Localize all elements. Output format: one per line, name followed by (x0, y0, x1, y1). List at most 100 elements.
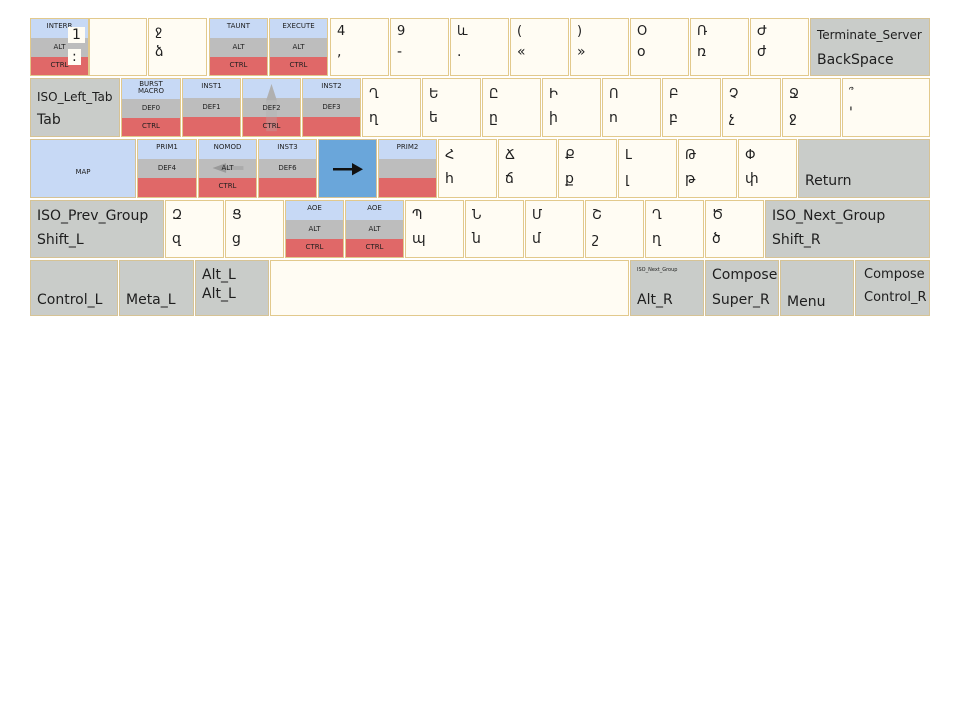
key-tab[interactable]: ISO_Left_Tab Tab (30, 78, 120, 137)
key-return-label: Return (805, 173, 852, 189)
key-co[interactable]: Ց ց (225, 200, 284, 258)
key-right-arrow[interactable] (318, 139, 377, 198)
key-ja-lower[interactable]: ջ ձ (148, 18, 207, 76)
key-upper: Պ (412, 208, 423, 223)
key-ini[interactable]: Ի ի (542, 78, 601, 137)
key-shift-left[interactable]: ISO_Prev_Group Shift_L (30, 200, 164, 258)
key-upper: Չ (729, 87, 739, 102)
key-aoe-2-macro: AOE (367, 204, 382, 212)
key-control-left[interactable]: Control_L (30, 260, 118, 316)
key-lower: . (457, 44, 462, 60)
key-yech[interactable]: Ե ե (422, 78, 481, 137)
key-interr-ctrl: CTRL (50, 61, 69, 69)
key-inst2[interactable]: INST2 DEF3 (302, 78, 361, 137)
key-piwr[interactable]: Փ փ (738, 139, 797, 198)
key-lower: » (577, 44, 586, 60)
key-zhe[interactable]: Ժ ժ (750, 18, 809, 76)
key-control-right[interactable]: Compose Control_R (855, 260, 930, 316)
key-execute-macro: EXECUTE (282, 22, 315, 30)
key-aoe-1-ctrl: CTRL (305, 243, 324, 251)
key-nomod[interactable]: NOMOD ALT CTRL (198, 139, 257, 198)
key-upper: ( (517, 24, 523, 39)
key-to[interactable]: Թ թ (678, 139, 737, 198)
key-paren-left[interactable]: ( « (510, 18, 569, 76)
key-lower: , (337, 44, 342, 60)
key-upper: Ջ (789, 87, 799, 102)
key-upper: Զ (172, 208, 183, 223)
key-alt-right[interactable]: ISO_Next_Group Alt_R (630, 260, 704, 316)
key-upper: Հ (445, 148, 455, 163)
key-burst-macro[interactable]: BURST MACRO DEF0 CTRL (121, 78, 181, 137)
key-keh[interactable]: Ք ք (558, 139, 617, 198)
key-jheh[interactable]: Ջ ջ (782, 78, 841, 137)
key-inst1-def: DEF1 (202, 103, 221, 111)
key-rra[interactable]: Ռ ռ (690, 18, 749, 76)
key-sha[interactable]: Շ շ (585, 200, 644, 258)
key-upper: Մ (532, 208, 543, 223)
key-ca[interactable]: Ծ ծ (705, 200, 764, 258)
key-cha[interactable]: Չ չ (722, 78, 781, 137)
key-lower: մ (532, 231, 541, 247)
key-nomod-ctrl: CTRL (218, 182, 237, 190)
key-super-right-top: Compose (712, 267, 778, 283)
key-return[interactable]: Return (798, 139, 930, 198)
key-def2[interactable]: DEF2 CTRL (242, 78, 301, 137)
key-men[interactable]: Մ մ (525, 200, 584, 258)
key-shift-right[interactable]: ISO_Next_Group Shift_R (765, 200, 930, 258)
key-execute[interactable]: EXECUTE ALT CTRL (269, 18, 328, 76)
key-aoe-1[interactable]: AOE ALT CTRL (285, 200, 344, 258)
key-peh[interactable]: Պ պ (405, 200, 464, 258)
key-inst1[interactable]: INST1 DEF1 (182, 78, 241, 137)
key-taunt[interactable]: TAUNT ALT CTRL (209, 18, 268, 76)
key-ghad[interactable]: Ղ ղ (645, 200, 704, 258)
key-aoe-2[interactable]: AOE ALT CTRL (345, 200, 404, 258)
key-interr[interactable]: INTERR ALT CTRL 1 : (30, 18, 89, 76)
key-upper: 9 (397, 24, 406, 39)
key-lower: ձ (155, 44, 164, 60)
key-lower: ե (429, 110, 438, 126)
key-alt-left[interactable]: Alt_L Alt_L (195, 260, 269, 316)
key-interr-lower: : (68, 49, 81, 65)
key-9[interactable]: 9 - (390, 18, 449, 76)
key-alt-right-bottom: Alt_R (637, 292, 673, 308)
key-yeh[interactable]: Ը ը (482, 78, 541, 137)
key-cheh[interactable]: Ճ ճ (498, 139, 557, 198)
key-armenian-je[interactable]: ջ (89, 18, 147, 76)
key-lower: ծ (712, 231, 721, 247)
key-za[interactable]: Զ զ (165, 200, 224, 258)
key-paren-right[interactable]: ) » (570, 18, 629, 76)
key-shift-left-bottom: Shift_L (37, 232, 84, 248)
key-interr-upper: 1 (68, 27, 85, 43)
key-ghat[interactable]: Ղ ղ (362, 78, 421, 137)
key-backspace[interactable]: Terminate_Server BackSpace (810, 18, 930, 76)
key-meta-left[interactable]: Meta_L (119, 260, 194, 316)
key-super-right[interactable]: Compose Super_R (705, 260, 779, 316)
key-4[interactable]: 4 , (330, 18, 389, 76)
key-ev[interactable]: և . (450, 18, 509, 76)
key-map[interactable]: MAP (30, 139, 136, 198)
key-ho[interactable]: Հ հ (438, 139, 497, 198)
key-burst-macro-ctrl: CTRL (142, 122, 160, 130)
key-question-mark[interactable]: ՞ ' (842, 78, 930, 137)
key-shift-left-top: ISO_Prev_Group (37, 208, 149, 224)
key-ben[interactable]: Բ բ (662, 78, 721, 137)
key-space[interactable] (270, 260, 629, 316)
key-inst1-macro: INST1 (201, 82, 222, 90)
key-lower: ի (549, 110, 558, 126)
key-inst3[interactable]: INST3 DEF6 (258, 139, 317, 198)
key-upper: Ծ (712, 208, 724, 223)
key-menu[interactable]: Menu (780, 260, 854, 316)
key-prim2[interactable]: PRIM2 (378, 139, 437, 198)
key-liwn[interactable]: Լ լ (618, 139, 677, 198)
key-prim1[interactable]: PRIM1 DEF4 (137, 139, 197, 198)
key-upper: Ե (429, 87, 439, 102)
key-o[interactable]: Օ օ (630, 18, 689, 76)
key-aoe-2-ctrl: CTRL (365, 243, 384, 251)
key-super-right-bottom: Super_R (712, 292, 770, 308)
key-lower: զ (172, 231, 181, 247)
key-menu-label: Menu (787, 294, 826, 310)
key-now[interactable]: Ն ն (465, 200, 524, 258)
key-lower: ջ (789, 110, 797, 126)
key-prim2-macro: PRIM2 (396, 143, 419, 151)
key-vo[interactable]: Ո ո (602, 78, 661, 137)
